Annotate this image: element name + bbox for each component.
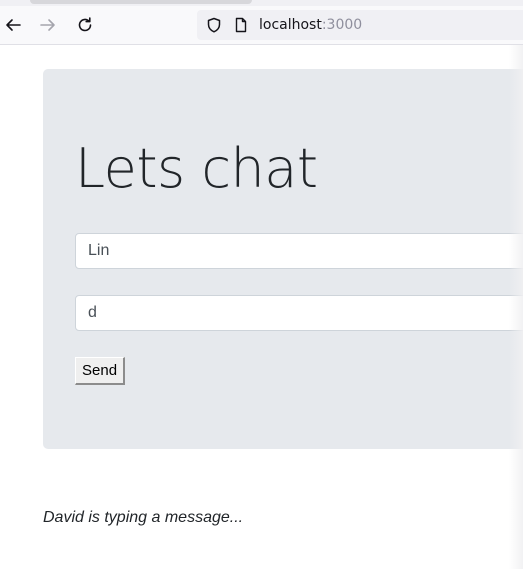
name-input[interactable] <box>75 233 523 269</box>
browser-toolbar: localhost:3000 <box>0 6 523 45</box>
arrow-left-icon <box>6 19 21 31</box>
active-tab-edge[interactable] <box>30 0 252 4</box>
back-button[interactable] <box>3 15 23 35</box>
reload-button[interactable] <box>75 15 95 35</box>
typing-indicator: David is typing a message... <box>43 509 244 526</box>
page-title: Lets chat <box>75 137 318 200</box>
forward-button[interactable] <box>38 15 58 35</box>
shield-icon[interactable] <box>206 17 222 33</box>
scrollbar-edge[interactable] <box>509 45 523 569</box>
url-port: :3000 <box>321 17 363 33</box>
message-input[interactable] <box>75 295 523 331</box>
url-host: localhost <box>259 17 322 33</box>
page-icon[interactable] <box>233 17 249 33</box>
reload-icon <box>78 17 92 32</box>
arrow-right-icon <box>40 19 55 31</box>
address-bar[interactable]: localhost:3000 <box>197 10 523 40</box>
url-text[interactable]: localhost:3000 <box>259 17 362 33</box>
send-button[interactable]: Send <box>75 357 126 385</box>
